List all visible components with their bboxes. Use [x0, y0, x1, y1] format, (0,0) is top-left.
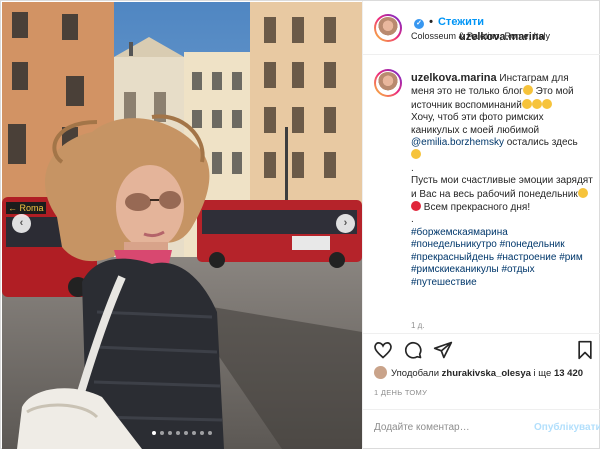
post-side-panel: uzelkova.marina ✓ • Стежити Colosseum & P… [362, 1, 600, 449]
liker-avatar[interactable] [374, 366, 387, 379]
chevron-left-icon: ‹ [19, 217, 24, 229]
liker-username-link[interactable]: zhurakivska_olesya [442, 368, 531, 379]
hashtag-link[interactable]: #рим [559, 252, 583, 263]
heart-eyes-emoji-icon [411, 149, 421, 160]
separator-dot: • [429, 16, 433, 28]
post-actions-bar [363, 333, 600, 365]
hashtag-link[interactable]: #настроение [497, 252, 557, 263]
share-icon[interactable] [433, 340, 453, 360]
post-header: uzelkova.marina ✓ • Стежити Colosseum & P… [363, 1, 600, 55]
header-line: uzelkova.marina ✓ • Стежити [411, 16, 545, 43]
comment-input[interactable] [374, 422, 524, 433]
caption-text-6: Всем прекрасного дня! [421, 202, 531, 214]
likes-middle: і ще [530, 368, 554, 379]
caption-text-5: Пусть мои счастливые эмоции зарядят и Ва… [411, 175, 593, 200]
carousel-dot [184, 431, 188, 435]
praying-hands-emoji-icon [531, 98, 542, 109]
mention-link[interactable]: @emilia.borzhemsky [411, 137, 504, 148]
red-heart-emoji-icon [411, 201, 421, 212]
carousel-dot [176, 431, 180, 435]
carousel-dot [160, 431, 164, 435]
heart-icon[interactable] [373, 340, 393, 360]
hashtag-link[interactable]: #прекрасныйдень [411, 252, 494, 263]
caption-dot-line: . [411, 162, 414, 174]
caption-text-4: остались здесь [503, 137, 578, 149]
carousel-indicator [2, 431, 362, 435]
carousel-next-button[interactable]: › [336, 214, 355, 233]
smile-emoji-icon [577, 187, 588, 198]
likes-summary: Уподобали zhurakivska_olesya і ще 13 420 [374, 366, 583, 379]
hashtag-link[interactable]: #боржемскаямарина [411, 227, 508, 238]
avatar[interactable] [374, 14, 402, 42]
bookmark-icon[interactable] [575, 340, 595, 360]
caption-username-link[interactable]: uzelkova.marina [411, 72, 497, 84]
hashtag-link[interactable]: #отдых [501, 264, 534, 275]
instagram-post: ← Roma ‹ › uzelkova.marina ✓ • Стежити C… [0, 0, 600, 449]
carousel-prev-button[interactable]: ‹ [12, 214, 31, 233]
comment-form: Опублікувати [363, 409, 600, 449]
bus-sign-roma: ← Roma [8, 203, 44, 213]
location-link[interactable]: Colosseum & Paletino, Rome, Italy [411, 31, 550, 41]
likes-count-link[interactable]: 13 420 [554, 368, 583, 379]
hashtag-link[interactable]: #понедельникутро [411, 239, 497, 250]
hashtag-link[interactable]: #понедельник [500, 239, 565, 250]
publish-comment-button[interactable]: Опублікувати [534, 422, 600, 433]
carousel-dot [208, 431, 212, 435]
caption-dot-line: . [411, 214, 414, 226]
likes-prefix: Уподобали [391, 368, 442, 379]
photo-scene: ← Roma [2, 2, 362, 449]
heart-eyes-emoji-icon [541, 98, 552, 109]
chevron-right-icon: › [343, 217, 348, 229]
follow-button[interactable]: Стежити [438, 16, 484, 28]
smile-emoji-icon [521, 98, 532, 109]
post-photo[interactable]: ← Roma ‹ › [2, 2, 362, 449]
pointing-hand-emoji-icon [522, 85, 533, 96]
post-caption: uzelkova.marina Инстаграм для меня это н… [363, 55, 600, 331]
carousel-dot [200, 431, 204, 435]
comment-icon[interactable] [403, 340, 423, 360]
carousel-dot [192, 431, 196, 435]
carousel-dot [168, 431, 172, 435]
hashtag-link[interactable]: #путешествие [411, 277, 477, 288]
caption-text-3: Хочу, чтоб эти фото римских каникулых с … [411, 112, 544, 136]
hashtag-link[interactable]: #римскиеканикулы [411, 264, 499, 275]
carousel-dot [152, 431, 156, 435]
caption-text: uzelkova.marina Инстаграм для меня это н… [411, 72, 593, 289]
caption-timestamp[interactable]: 1 д. [411, 321, 425, 330]
avatar[interactable] [374, 69, 402, 97]
post-timestamp[interactable]: 1 ДЕНЬ ТОМУ [374, 388, 427, 397]
verified-badge-icon: ✓ [414, 19, 424, 29]
